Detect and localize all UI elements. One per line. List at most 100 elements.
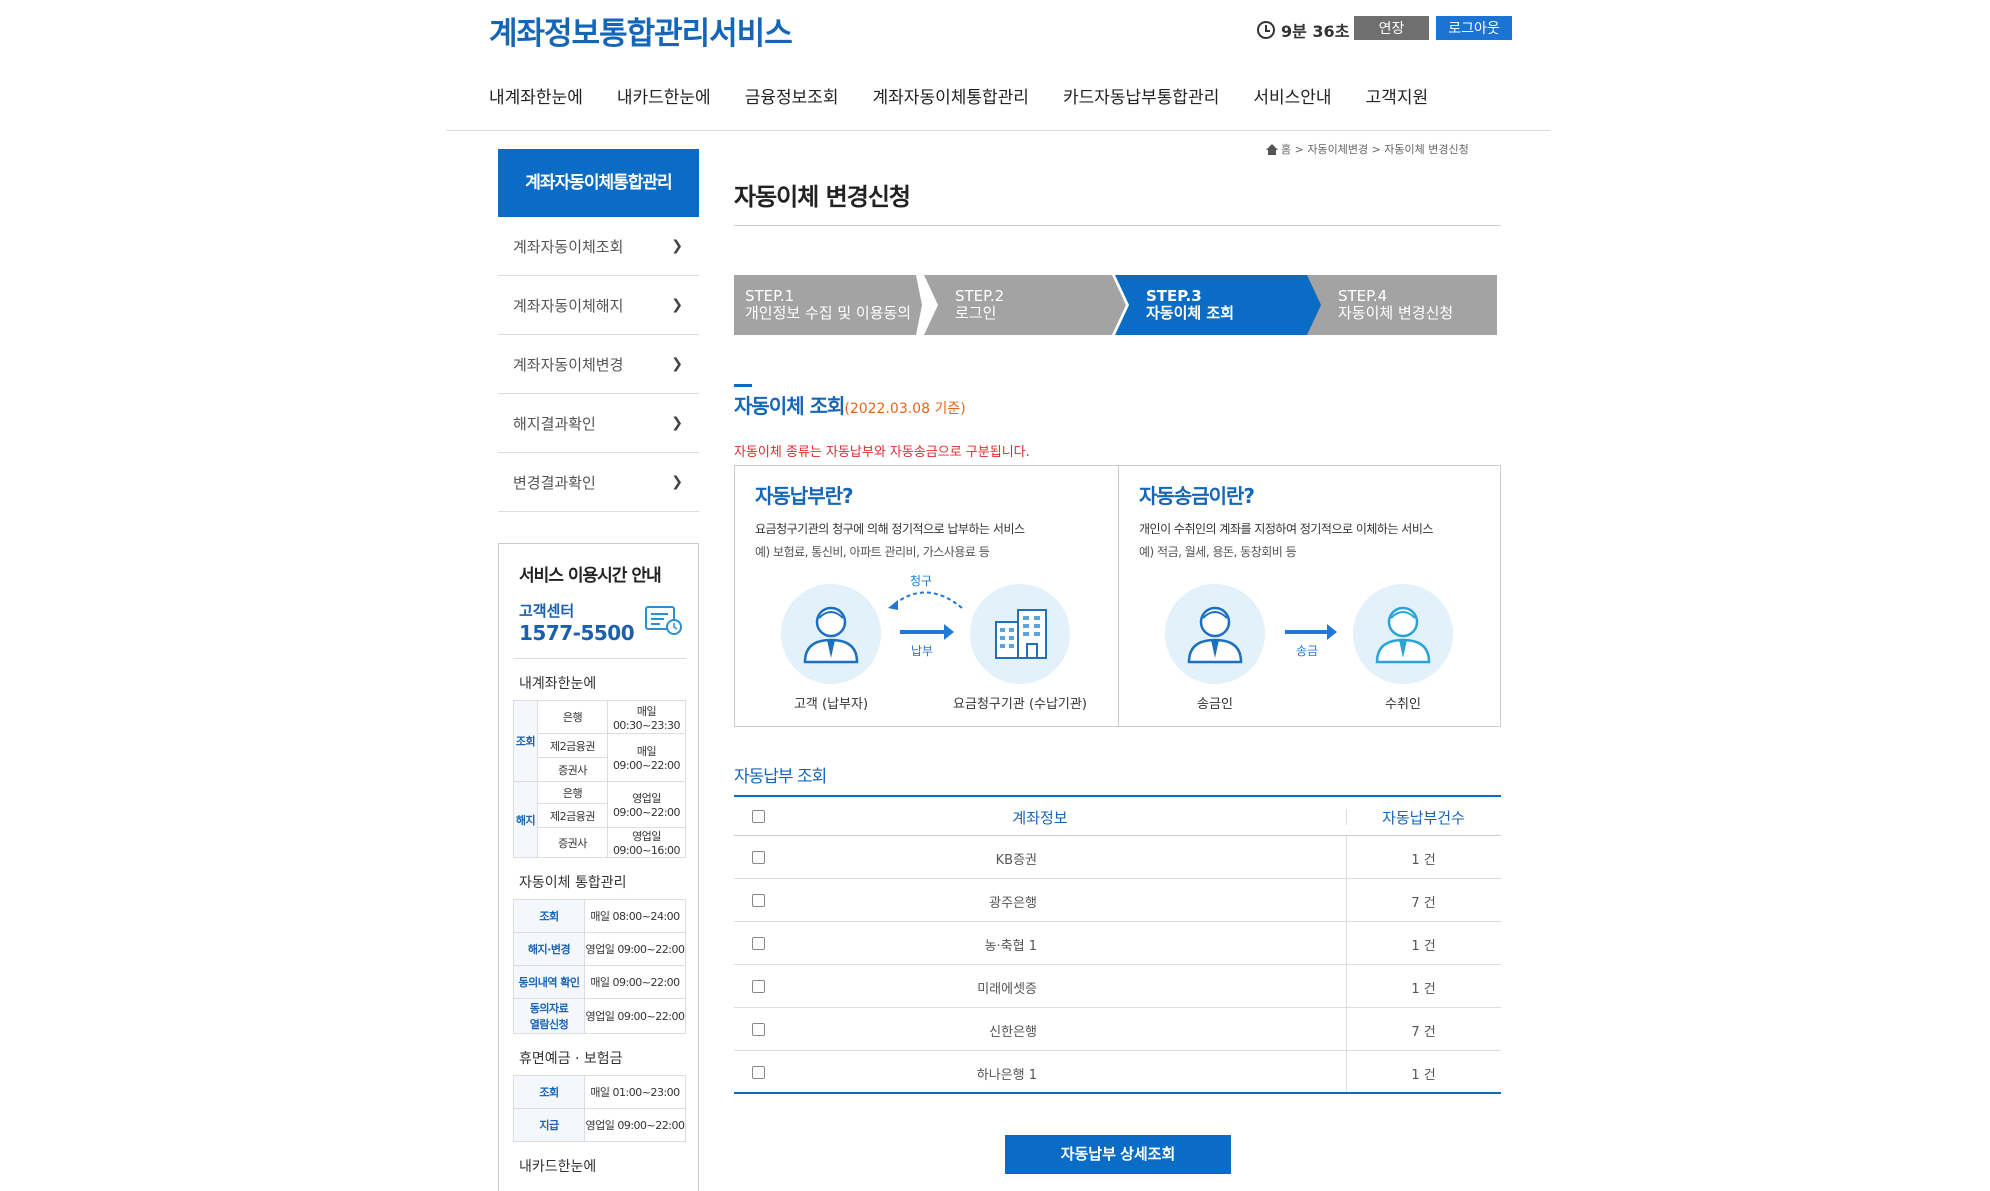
gnb-item-my-account[interactable]: 내계좌한눈에 [489, 83, 583, 108]
gnb-item-account-transfer[interactable]: 계좌자동이체통합관리 [873, 83, 1029, 108]
row-checkbox[interactable] [752, 1066, 765, 1079]
sidebar-item-change[interactable]: 계좌자동이체변경 ❯ [498, 335, 699, 394]
divider [513, 658, 686, 659]
charge-arrow-icon [888, 591, 963, 610]
sidebar-item-label: 해지결과확인 [513, 414, 596, 433]
dormant-hours-heading: 휴면예금 · 보험금 [519, 1051, 623, 1067]
customer-caption: 고객 (납부자) [793, 697, 869, 712]
account-name: 미래에셋증 [977, 982, 1037, 997]
time-cell: 매일 08:00~24:00 [584, 899, 686, 933]
home-icon[interactable] [1266, 143, 1278, 155]
auto-payment-detail-button[interactable]: 자동납부 상세조회 [1005, 1135, 1231, 1174]
table-row[interactable]: 농·축협 1 1 건 [734, 922, 1501, 965]
gnb-item-my-card[interactable]: 내카드한눈에 [617, 83, 711, 108]
sidebar-menu: 계좌자동이체조회 ❯ 계좌자동이체해지 ❯ 계좌자동이체변경 ❯ 해지결과확인 ❯ 변경… [498, 217, 699, 512]
logout-button[interactable]: 로그아웃 [1436, 16, 1512, 40]
notice-text: 자동이체 종류는 자동납부와 자동송금으로 구분됩니다. [734, 445, 1030, 460]
org-cell: 증권사 [537, 827, 608, 858]
step-indicator: STEP.1 개인정보 수집 및 이용동의 STEP.2 로그인 STEP.3 자동이… [734, 275, 1497, 335]
table-row[interactable]: KB증권 1 건 [734, 836, 1501, 879]
my-account-hours-table: 조회 은행 매일 00:30~23:30 제2금융권 매일 09:00~22:00 … [513, 700, 686, 858]
sidebar-item-label: 변경결과확인 [513, 473, 596, 492]
label-cell: 지급 [513, 1108, 585, 1142]
sender-person-icon [1165, 584, 1265, 684]
customer-center: 고객센터 1577-5500 [519, 600, 686, 645]
step-3-active: STEP.3 자동이체 조회 [1115, 275, 1323, 335]
row-checkbox[interactable] [752, 1023, 765, 1036]
auto-remit-example: 예) 적금, 월세, 용돈, 동창회비 등 [1139, 545, 1297, 559]
auto-payment-desc: 요금청구기관의 청구에 의해 정기적으로 납부하는 서비스 [755, 522, 1025, 536]
breadcrumb-home[interactable]: 홈 [1281, 141, 1291, 157]
recipient-person-icon [1353, 584, 1453, 684]
payment-count: 1 건 [1411, 982, 1436, 997]
step-1: STEP.1 개인정보 수집 및 이용동의 [734, 275, 922, 335]
chevron-right-icon: ❯ [671, 297, 683, 313]
sender-caption: 송금인 [1197, 697, 1233, 712]
page-title: 자동이체 변경신청 [734, 183, 911, 211]
recipient-caption: 수취인 [1385, 697, 1421, 712]
extend-button[interactable]: 연장 [1354, 16, 1429, 40]
breadcrumb: 홈 > 자동이체변경 > 자동이체 변경신청 [1266, 141, 1469, 157]
section-title: 자동이체 조회(2022.03.08 기준) [734, 394, 966, 418]
auto-payment-example: 예) 보험료, 통신비, 아파트 관리비, 가스사용료 등 [755, 545, 990, 559]
dormant-hours-table: 조회 매일 01:00~23:00 지급 영업일 09:00~22:00 [513, 1075, 686, 1142]
row-checkbox[interactable] [752, 894, 765, 907]
section-date: (2022.03.08 기준) [844, 401, 966, 417]
time-cell: 매일 01:00~23:00 [584, 1075, 686, 1109]
table-row[interactable]: 신한은행 7 건 [734, 1008, 1501, 1051]
account-name: 하나은행 1 [976, 1068, 1037, 1083]
header-divider [446, 130, 1550, 131]
sidebar-item-inquiry[interactable]: 계좌자동이체조회 ❯ [498, 217, 699, 276]
breadcrumb-separator: > [1371, 142, 1381, 156]
chevron-right-icon: ❯ [671, 474, 683, 490]
masked-account-info [1038, 922, 1154, 964]
my-card-hours-heading: 내카드한눈에 [519, 1159, 597, 1175]
payment-count: 1 건 [1411, 1068, 1436, 1083]
timer-text: 9분 36초 [1281, 22, 1350, 41]
row-checkbox[interactable] [752, 937, 765, 950]
time-cell: 영업일 09:00~22:00 [584, 932, 686, 966]
contact-card-icon [645, 606, 682, 635]
category-cell: 조회 [513, 700, 538, 782]
table-header: 계좌정보 자동납부건수 [734, 795, 1501, 836]
time-cell: 매일 09:00~22:00 [607, 733, 686, 782]
breadcrumb-item[interactable]: 자동이체변경 [1307, 141, 1368, 157]
remit-arrow-icon [1285, 624, 1337, 640]
time-cell: 영업일 09:00~22:00 [584, 998, 686, 1034]
row-checkbox[interactable] [752, 851, 765, 864]
org-cell: 제2금융권 [537, 733, 608, 758]
chevron-right-icon: ❯ [671, 415, 683, 431]
site-logo[interactable]: 계좌정보통합관리서비스 [489, 8, 793, 53]
org-cell: 은행 [537, 781, 608, 804]
table-row[interactable]: 미래에셋증 1 건 [734, 965, 1501, 1008]
row-checkbox[interactable] [752, 980, 765, 993]
chevron-right-icon: ❯ [671, 238, 683, 254]
page: 계좌정보통합관리서비스 9분 36초 연장 로그아웃 내계좌한눈에 내카드한눈에… [0, 0, 1990, 1191]
clock-icon [1257, 21, 1275, 39]
customer-person-icon [781, 584, 881, 684]
gnb-item-support[interactable]: 고객지원 [1366, 83, 1429, 108]
account-name: 광주은행 [989, 896, 1037, 911]
label-cell: 동의자료 열람신청 [513, 998, 585, 1034]
masked-account-info [1038, 836, 1154, 878]
sidebar-item-label: 계좌자동이체조회 [513, 237, 624, 256]
sidebar-item-cancel-result[interactable]: 해지결과확인 ❯ [498, 394, 699, 453]
payment-count: 7 건 [1411, 1025, 1436, 1040]
label-cell: 조회 [513, 1075, 585, 1109]
label-cell: 조회 [513, 899, 585, 933]
payment-label: 납부 [911, 644, 934, 658]
table-row[interactable]: 하나은행 1 1 건 [734, 1051, 1501, 1094]
account-name: 신한은행 [989, 1025, 1037, 1040]
masked-account-info [1038, 1008, 1154, 1050]
session-timer: 9분 36초 [1257, 18, 1349, 42]
gnb-item-service-guide[interactable]: 서비스안내 [1253, 83, 1331, 108]
payment-arrow-icon [900, 624, 954, 640]
org-cell: 제2금융권 [537, 803, 608, 828]
sidebar-item-change-result[interactable]: 변경결과확인 ❯ [498, 453, 699, 512]
table-row[interactable]: 광주은행 7 건 [734, 879, 1501, 922]
gnb-item-financial-info[interactable]: 금융정보조회 [745, 83, 839, 108]
gnb-item-card-payment[interactable]: 카드자동납부통합관리 [1063, 83, 1219, 108]
auto-remit-title: 자동송금이란? [1139, 484, 1255, 508]
time-cell: 매일 09:00~22:00 [584, 965, 686, 999]
sidebar-item-cancel[interactable]: 계좌자동이체해지 ❯ [498, 276, 699, 335]
